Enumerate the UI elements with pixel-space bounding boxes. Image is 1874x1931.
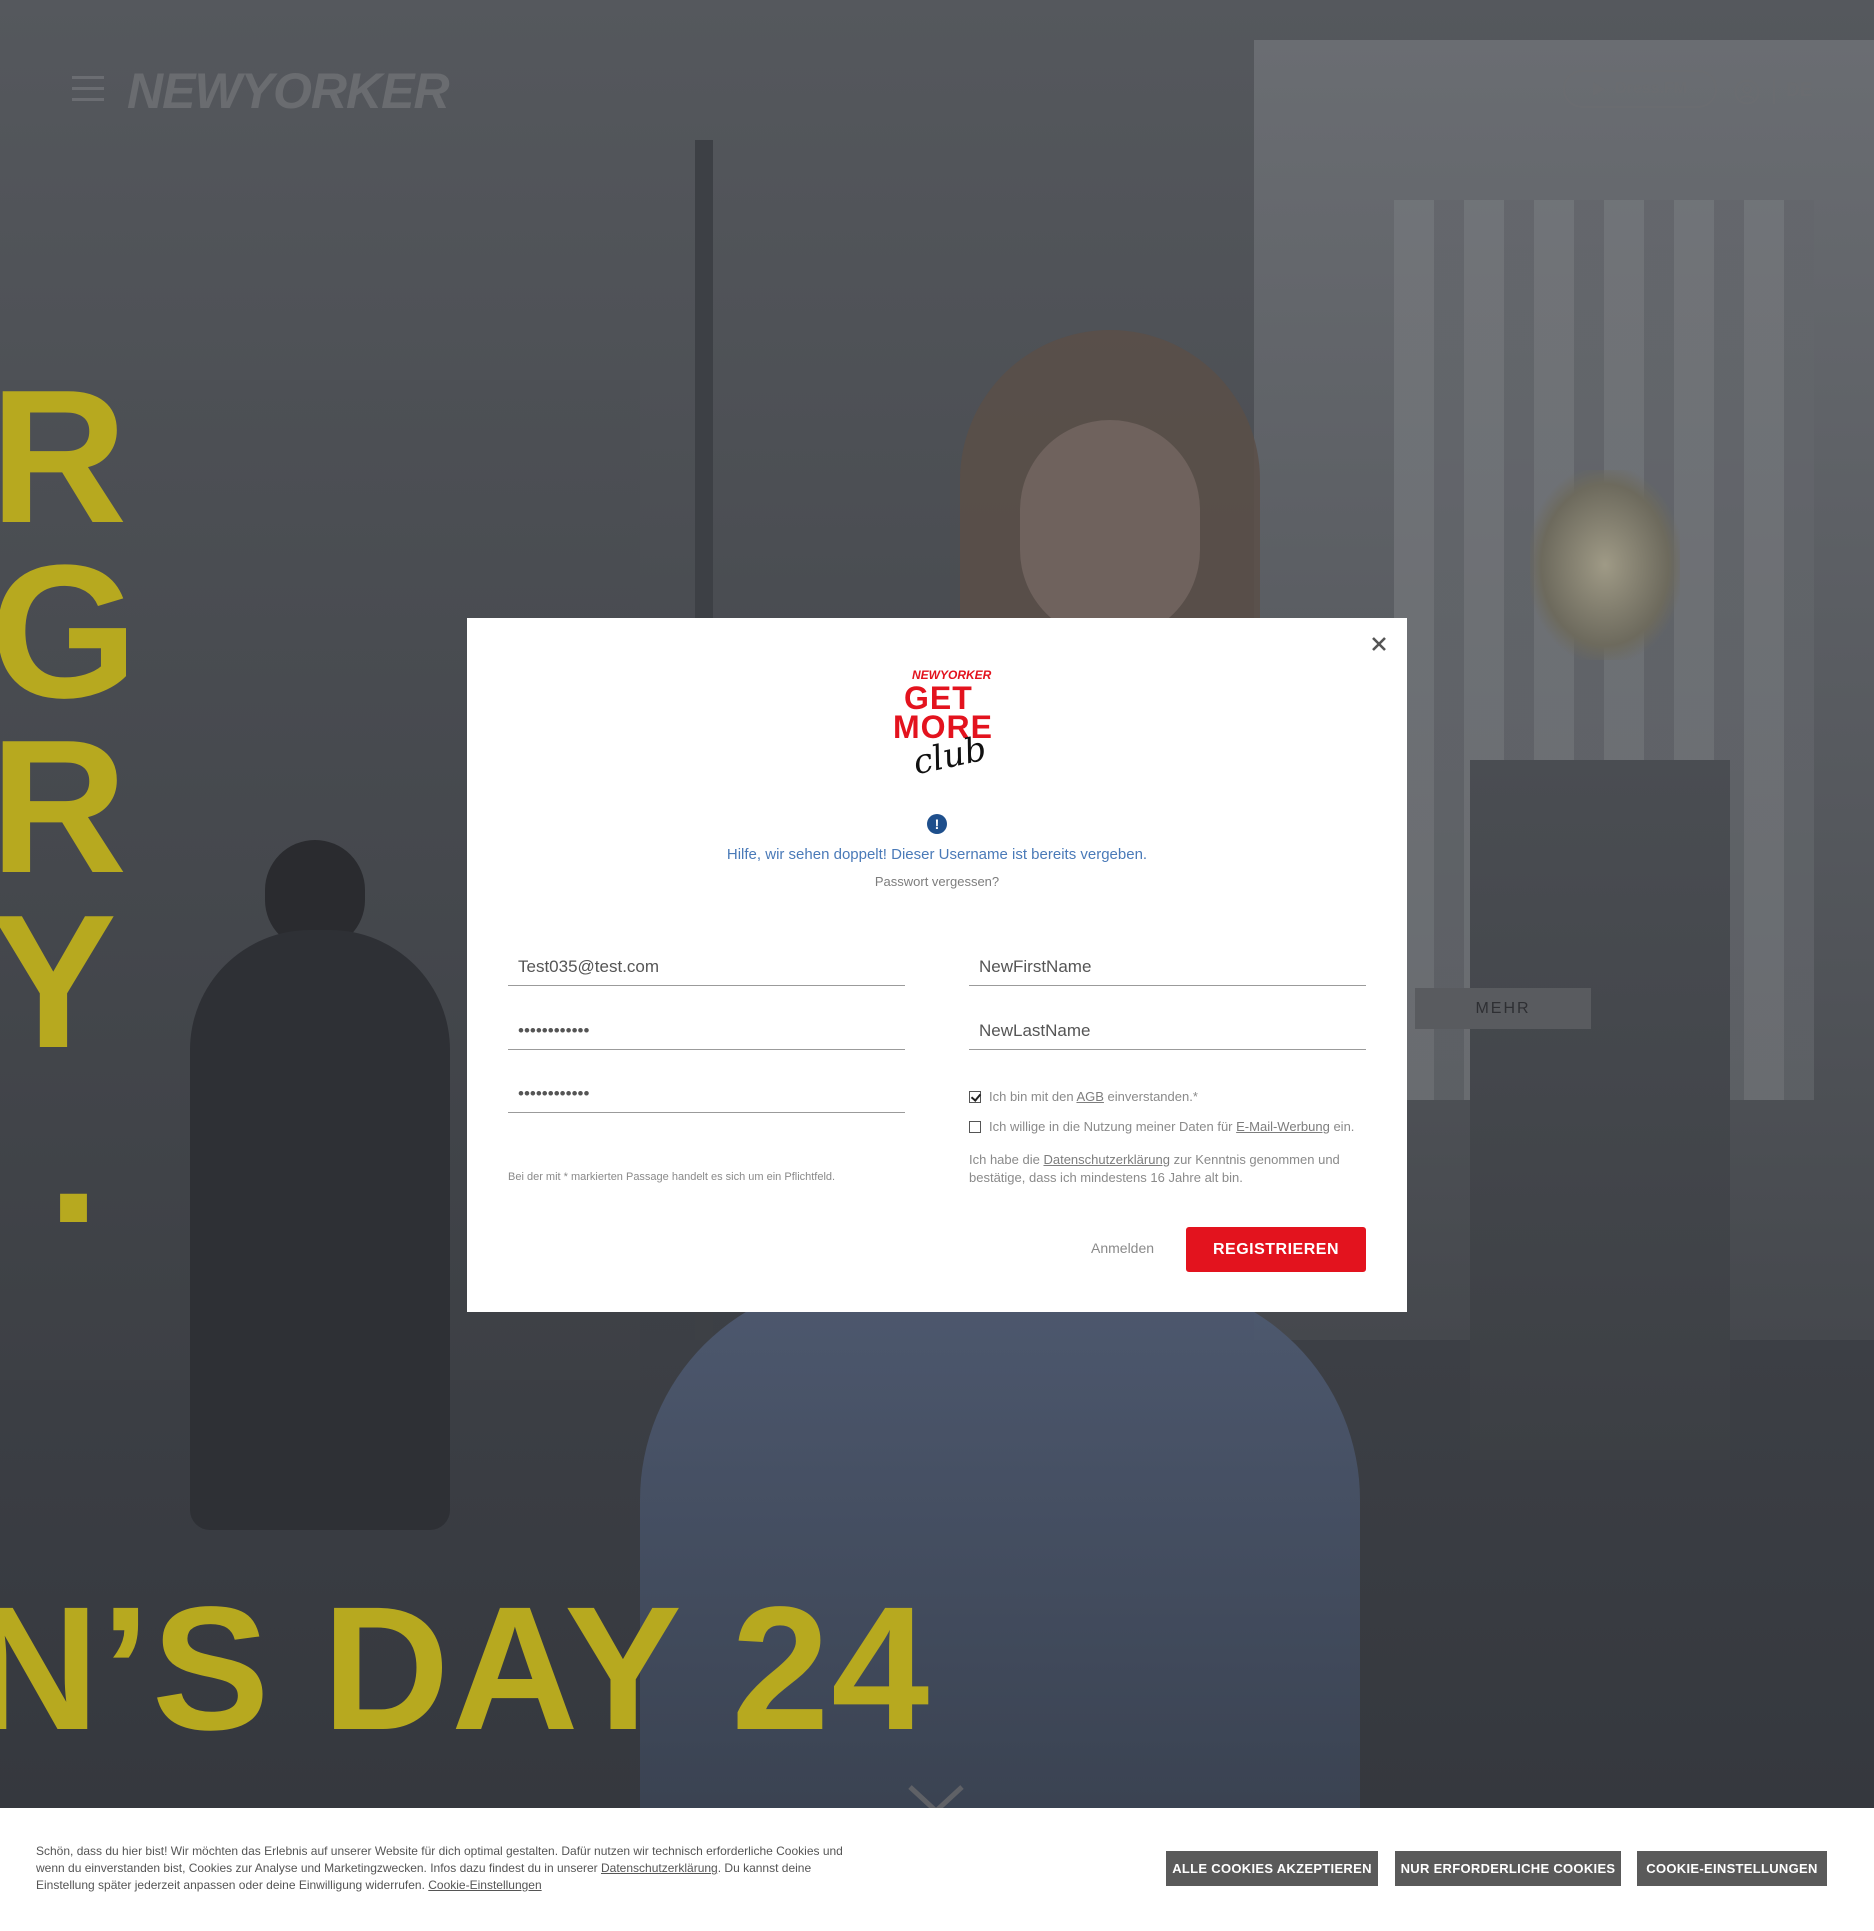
- first-name-field-wrapper: [969, 950, 1366, 986]
- register-button[interactable]: REGISTRIEREN: [1186, 1227, 1366, 1272]
- hero-headline: N’S DAY 24: [0, 1571, 932, 1767]
- first-name-field[interactable]: [969, 950, 1366, 984]
- cookie-settings-link[interactable]: Cookie-Einstellungen: [428, 1878, 541, 1892]
- password-field-wrapper: [508, 1014, 905, 1050]
- cookie-settings-button[interactable]: COOKIE-EINSTELLUNGEN: [1637, 1851, 1827, 1886]
- hero-letter: R: [0, 351, 128, 563]
- dressfm-label: Dress.FM: [1614, 80, 1688, 97]
- hero-letter: R: [0, 701, 128, 913]
- hero-letter: .: [47, 1051, 100, 1263]
- password-repeat-field[interactable]: [508, 1077, 905, 1111]
- login-link[interactable]: Anmelden: [1091, 1240, 1154, 1256]
- marketing-checkbox[interactable]: [969, 1120, 981, 1133]
- marketing-prefix: Ich willige in die Nutzung meiner Daten …: [989, 1119, 1233, 1134]
- agb-checkbox[interactable]: [969, 1090, 981, 1103]
- email-marketing-link[interactable]: E-Mail-Werbung: [1236, 1119, 1330, 1134]
- password-repeat-field-wrapper: [508, 1077, 905, 1113]
- model-face: [1020, 420, 1200, 640]
- agb-consent-label: Ich bin mit den AGB einverstanden.*: [989, 1089, 1198, 1104]
- hero-letter: G: [0, 526, 138, 738]
- email-field[interactable]: [508, 950, 905, 984]
- agb-suffix: einverstanden.*: [1107, 1089, 1198, 1104]
- marketing-suffix: ein.: [1333, 1119, 1355, 1134]
- privacy-statement: Ich habe die Datenschutzerklärung zur Ke…: [969, 1151, 1369, 1187]
- hero-vertical-letters: R G R Y .: [0, 351, 138, 1263]
- background-lamp-base: [1470, 760, 1730, 1460]
- more-button[interactable]: MEHR: [1415, 988, 1591, 1029]
- hero-letter: Y: [0, 876, 117, 1088]
- language-switcher[interactable]: DE: [1786, 80, 1812, 102]
- registration-modal: NEWYORKER GET MORE club ! Hilfe, wir seh…: [467, 618, 1407, 1312]
- agb-consent-row: Ich bin mit den AGB einverstanden.*: [969, 1089, 1198, 1104]
- user-account-icon[interactable]: [1734, 79, 1760, 105]
- email-field-wrapper: [508, 950, 905, 986]
- forgot-password-link[interactable]: Passwort vergessen?: [467, 874, 1407, 889]
- info-alert-icon: !: [927, 814, 947, 834]
- password-field[interactable]: [508, 1014, 905, 1048]
- privacy-prefix: Ich habe die: [969, 1152, 1040, 1167]
- cookie-privacy-link[interactable]: Datenschutzerklärung: [601, 1861, 718, 1875]
- error-message: Hilfe, wir sehen doppelt! Dieser Usernam…: [726, 846, 1148, 863]
- agb-link[interactable]: AGB: [1076, 1089, 1103, 1104]
- required-field-note: Bei der mit * markierten Passage handelt…: [508, 1171, 836, 1183]
- dressfm-button[interactable]: Dress.FM: [1563, 70, 1717, 108]
- hamburger-menu-icon[interactable]: [72, 76, 104, 106]
- cookie-notice-text: Schön, dass du hier bist! Wir möchten da…: [36, 1843, 856, 1894]
- accept-all-cookies-button[interactable]: ALLE COOKIES AKZEPTIEREN: [1166, 1851, 1378, 1886]
- marketing-consent-label: Ich willige in die Nutzung meiner Daten …: [989, 1119, 1354, 1134]
- last-name-field[interactable]: [969, 1014, 1366, 1048]
- background-street-lamp: [1530, 470, 1680, 660]
- background-pedestrian: [190, 930, 450, 1530]
- last-name-field-wrapper: [969, 1014, 1366, 1050]
- close-icon[interactable]: [1369, 634, 1389, 654]
- scroll-down-chevron-icon[interactable]: [908, 1785, 964, 1808]
- marketing-consent-row: Ich willige in die Nutzung meiner Daten …: [969, 1119, 1354, 1134]
- header-divider: [1773, 78, 1775, 104]
- brand-logo[interactable]: NEWYORKER: [127, 62, 450, 120]
- cookie-banner: Schön, dass du hier bist! Wir möchten da…: [0, 1808, 1874, 1931]
- agb-prefix: Ich bin mit den: [989, 1089, 1074, 1104]
- play-icon: [1592, 82, 1605, 96]
- required-cookies-only-button[interactable]: NUR ERFORDERLICHE COOKIES: [1395, 1851, 1621, 1886]
- get-more-club-logo: NEWYORKER GET MORE club: [883, 668, 993, 783]
- privacy-policy-link[interactable]: Datenschutzerklärung: [1043, 1152, 1169, 1167]
